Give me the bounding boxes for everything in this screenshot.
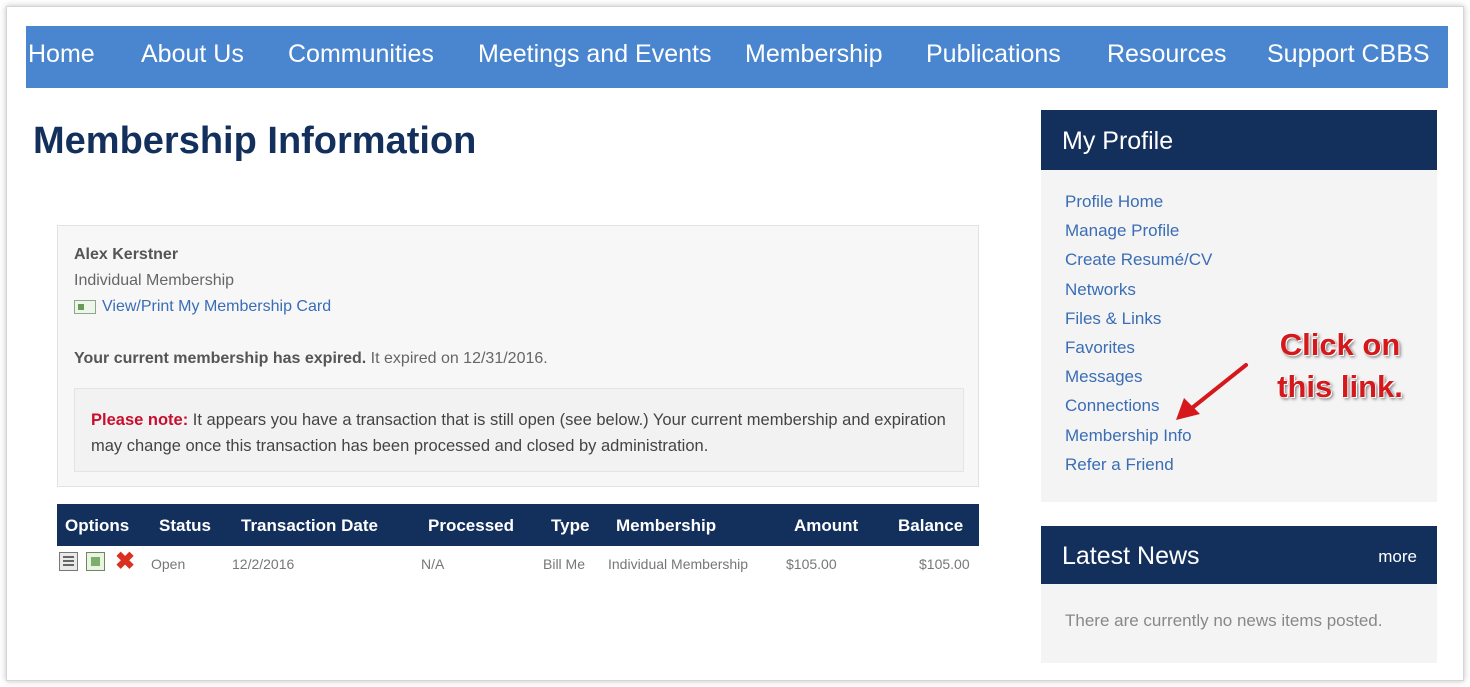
header-options: Options xyxy=(65,516,130,535)
callout-line-1: Click on xyxy=(1279,327,1401,362)
profile-link-refer-a-friend[interactable]: Refer a Friend xyxy=(1065,455,1212,484)
header-transaction-date: Transaction Date xyxy=(241,516,378,535)
latest-news-header: Latest News more xyxy=(1041,526,1437,584)
expired-date-text: It expired on 12/31/2016. xyxy=(366,350,548,367)
cell-status: Open xyxy=(151,556,186,572)
membership-type: Individual Membership xyxy=(74,272,235,289)
my-profile-panel: My Profile Profile Home Manage Profile C… xyxy=(1041,110,1437,502)
note-body: It appears you have a transaction that i… xyxy=(91,411,946,455)
nav-home[interactable]: Home xyxy=(28,40,95,69)
callout-annotation: Click on this link. xyxy=(1260,324,1420,408)
nav-membership[interactable]: Membership xyxy=(745,40,883,69)
callout-line-2: this link. xyxy=(1277,369,1403,404)
profile-link-networks[interactable]: Networks xyxy=(1065,280,1212,309)
membership-card-link-label: View/Print My Membership Card xyxy=(102,298,332,315)
page-title: Membership Information xyxy=(33,120,477,162)
expired-notice: Your current membership has expired. xyxy=(74,350,367,367)
nav-communities[interactable]: Communities xyxy=(288,40,434,69)
news-empty-message: There are currently no news items posted… xyxy=(1065,611,1383,630)
header-processed: Processed xyxy=(428,516,514,535)
header-balance: Balance xyxy=(898,516,964,535)
expiration-status: Your current membership has expired. It … xyxy=(74,350,548,368)
arrow-icon xyxy=(1176,363,1248,420)
latest-news-panel: Latest News more There are currently no … xyxy=(1041,526,1437,663)
note-text: Please note: It appears you have a trans… xyxy=(91,407,951,459)
cell-amount: $105.00 xyxy=(786,556,837,572)
nav-publications[interactable]: Publications xyxy=(926,40,1061,69)
cell-membership: Individual Membership xyxy=(608,556,749,572)
membership-summary: Alex Kerstner Individual Membership View… xyxy=(57,225,979,487)
membership-card-link[interactable]: View/Print My Membership Card xyxy=(74,298,331,316)
cell-balance: $105.00 xyxy=(919,556,970,572)
table-row: ✖ Open 12/2/2016 N/A Bill Me Individual … xyxy=(57,546,979,582)
profile-link-profile-home[interactable]: Profile Home xyxy=(1065,192,1212,221)
latest-news-title: Latest News xyxy=(1062,542,1200,570)
profile-link-create-resume[interactable]: Create Resumé/CV xyxy=(1065,250,1212,279)
my-profile-title: My Profile xyxy=(1041,110,1437,170)
table-header: Options Status Transaction Date Processe… xyxy=(57,504,979,546)
top-navigation: Home About Us Communities Meetings and E… xyxy=(26,26,1448,88)
member-name: Alex Kerstner xyxy=(74,246,179,263)
header-amount: Amount xyxy=(794,516,859,535)
note-box: Please note: It appears you have a trans… xyxy=(74,388,964,472)
cell-transaction-date: 12/2/2016 xyxy=(232,556,295,572)
membership-card-icon xyxy=(74,300,96,314)
nav-resources[interactable]: Resources xyxy=(1107,40,1227,69)
transactions-table: Options Status Transaction Date Processe… xyxy=(57,504,979,582)
pay-icon[interactable] xyxy=(86,552,105,571)
header-type: Type xyxy=(551,516,590,535)
header-status: Status xyxy=(159,516,211,535)
view-icon[interactable] xyxy=(59,552,78,571)
profile-links: Profile Home Manage Profile Create Resum… xyxy=(1065,192,1212,484)
nav-meetings-and-events[interactable]: Meetings and Events xyxy=(478,40,711,69)
note-label: Please note: xyxy=(91,411,189,429)
profile-link-membership-info[interactable]: Membership Info xyxy=(1065,426,1212,455)
cell-processed: N/A xyxy=(421,556,445,572)
profile-link-files-links[interactable]: Files & Links xyxy=(1065,309,1212,338)
header-membership: Membership xyxy=(616,516,717,535)
delete-icon[interactable]: ✖ xyxy=(115,550,135,574)
nav-about-us[interactable]: About Us xyxy=(141,40,244,69)
profile-link-manage-profile[interactable]: Manage Profile xyxy=(1065,221,1212,250)
nav-support-cbbs[interactable]: Support CBBS xyxy=(1267,40,1430,69)
cell-type: Bill Me xyxy=(543,556,586,572)
news-more-link[interactable]: more xyxy=(1378,547,1417,567)
